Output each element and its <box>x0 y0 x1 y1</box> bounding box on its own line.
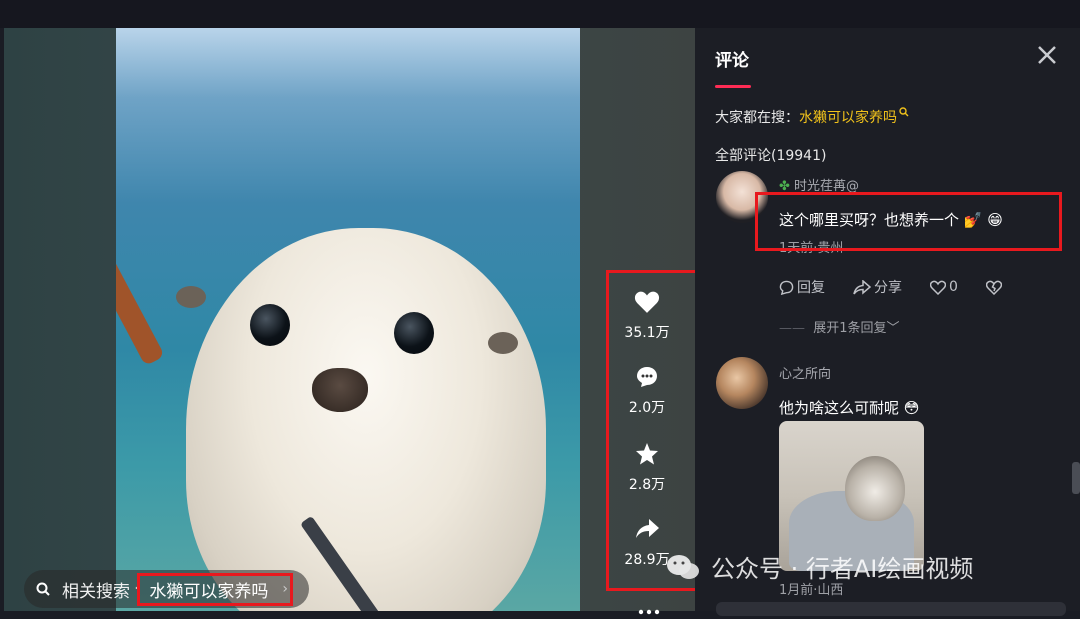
hot-search-keyword[interactable]: 水獭可以家养吗 <box>799 110 897 126</box>
related-search-label: 相关搜索 <box>62 581 130 602</box>
comment-actions: 回复 分享 0 <box>779 277 1019 297</box>
scrollbar[interactable] <box>1072 462 1080 494</box>
orange-stick <box>116 249 165 367</box>
seal-image <box>186 228 546 611</box>
video-stage[interactable] <box>4 28 695 611</box>
tab-comments[interactable]: 评论 <box>715 46 749 71</box>
dislike-button[interactable] <box>985 280 1005 295</box>
comment-input[interactable] <box>716 602 1066 616</box>
comment-text: 他为啥这么可耐呢 😳 <box>779 399 920 417</box>
share-button[interactable]: 分享 <box>853 277 916 297</box>
chevron-down-icon: ﹀ <box>886 321 900 336</box>
annotation-box-comment <box>755 192 1062 251</box>
like-button[interactable]: 0 <box>930 279 972 295</box>
share-icon <box>853 279 871 295</box>
hot-search: 大家都在搜：水獭可以家养吗 <box>715 107 909 127</box>
hot-search-label: 大家都在搜： <box>715 110 799 126</box>
expand-replies[interactable]: —— 展开1条回复﹀ <box>779 317 900 336</box>
seal-ear-left <box>176 286 206 308</box>
broken-heart-icon <box>985 280 1002 295</box>
reply-button[interactable]: 回复 <box>779 277 839 297</box>
comment-emoji: 😳 <box>903 399 920 417</box>
annotation-box-related <box>137 573 293 606</box>
seal-ear-right <box>488 332 518 354</box>
avatar[interactable] <box>716 357 768 409</box>
seal-nose <box>312 368 368 412</box>
heart-icon <box>930 280 946 295</box>
reply-icon <box>779 280 794 295</box>
search-icon <box>36 582 50 596</box>
annotation-box-actions <box>606 270 699 591</box>
cat-head <box>845 456 905 521</box>
search-icon <box>899 107 909 117</box>
all-comments-count: 全部评论(19941) <box>715 148 827 164</box>
tab-underline <box>715 85 751 88</box>
seal-eye-right <box>394 312 434 354</box>
video-frame[interactable] <box>116 28 580 611</box>
seal-eye-left <box>250 304 290 346</box>
more-icon[interactable] <box>638 600 660 619</box>
wechat-icon <box>667 554 699 579</box>
comment-username[interactable]: 心之所向 <box>779 363 831 382</box>
close-icon[interactable] <box>1036 44 1058 66</box>
top-bar <box>0 0 1080 28</box>
watermark: 公众号 · 行者AI绘画视频 <box>665 549 973 584</box>
